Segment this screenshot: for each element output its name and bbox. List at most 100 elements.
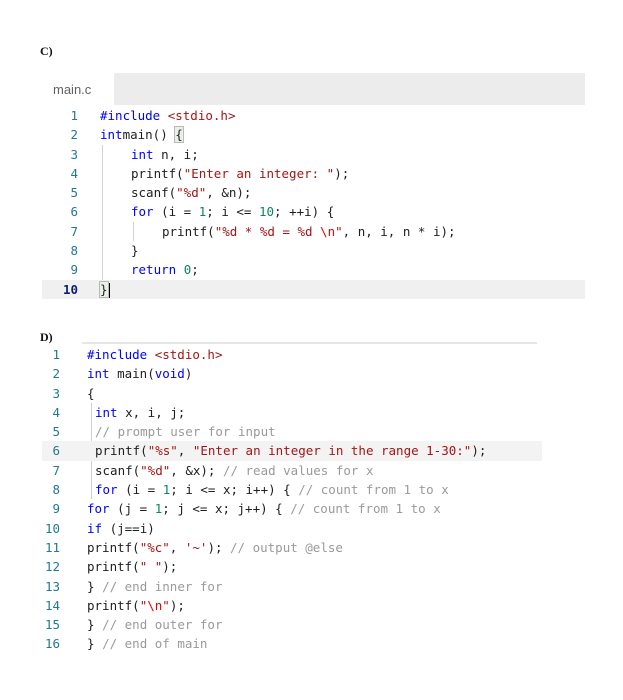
code-line[interactable]: 2 intmain() { [42,125,585,144]
code-line[interactable]: 4 printf("Enter an integer: "); [42,163,585,184]
code-token: ) [184,366,193,382]
line-source: for (j = 1; j <= x; j++) { // count from… [87,499,441,518]
code-token: \n [147,597,163,613]
code-line[interactable]: 7 printf("%d * %d = %d \n", n, i, n * i); [42,221,585,242]
line-number: 8 [70,243,78,259]
code-line[interactable]: 6 for (i = 1; i <= 10; ++i) { [42,202,585,222]
line-number: 5 [70,185,78,201]
line-number: 16 [44,636,60,652]
code-line[interactable]: 7 scanf("%d", &x); // read values for x [42,461,542,480]
text-cursor [107,282,110,298]
code-token: ; [191,262,199,278]
code-token: '~' [184,539,208,555]
code-token: printf( [87,559,140,575]
code-token: #include [87,347,155,362]
line-source: printf("%s", "Enter an integer in the ra… [87,441,486,460]
code-line[interactable]: 1 #include <stdio.h> [42,345,542,364]
code-token: } [87,636,103,652]
code-area-d[interactable]: 1 #include <stdio.h> 2 int main(void) 3{4 int… [42,345,542,654]
indent-guide [102,221,103,242]
code-token: } [87,617,103,633]
code-token: printf( [131,165,184,181]
code-token: ); [169,597,185,613]
code-line[interactable]: 14 printf("\n"); [42,596,542,615]
code-line[interactable]: 5 scanf("%d", &n); [42,183,585,203]
code-token: (j = [109,501,155,517]
code-token: printf( [87,539,140,555]
line-number: 3 [52,385,60,401]
indent-guide [102,144,103,164]
code-line[interactable]: 8} [42,241,585,261]
code-line[interactable]: 1 #include <stdio.h> [42,106,585,125]
code-token: void [154,366,185,382]
code-token: int [87,366,110,382]
line-number: 8 [52,482,60,498]
line-number: 7 [70,223,78,239]
code-line[interactable]: 5 // prompt user for input [42,422,542,441]
code-token: ); [334,165,350,181]
matched-brace: } [99,280,109,298]
line-number: 15 [44,617,60,633]
line-number: 5 [52,424,60,440]
line-source: scanf("%d", &x); // read values for x [87,461,373,480]
code-line[interactable]: 15 } // end outer for [42,615,542,634]
code-editor-c: main.c 1 #include <stdio.h> 2 intmain() {3 i… [42,73,585,301]
code-line[interactable]: 3{ [42,384,542,403]
code-token: { [87,385,95,401]
line-source: } // end inner for [87,577,222,596]
tab-main-c[interactable]: main.c [42,73,114,105]
code-token: main( [109,366,155,382]
line-number: 2 [52,366,60,382]
indent-guide [102,183,103,203]
code-token: int [100,127,123,143]
code-line[interactable]: 12 printf(" "); [42,557,542,576]
code-token: "%d" [176,185,207,201]
code-line[interactable]: 11 printf("%c", '~'); // output @else [42,538,542,557]
code-token: "%c" [139,539,170,555]
line-source: for (i = 1; i <= 10; ++i) { [100,202,335,222]
code-token: ; i <= x; i++) { [170,482,299,498]
line-number: 6 [52,443,60,459]
code-token: if [87,520,103,536]
section-c-label: C) [40,44,53,58]
code-token: ; ++i) { [274,204,335,220]
code-token: (i = [153,204,199,220]
code-line[interactable]: 8 for (i = 1; i <= x; i++) { // count fro… [42,480,542,499]
code-token: } [87,578,103,594]
code-area-c[interactable]: 1 #include <stdio.h> 2 intmain() {3 int n, i… [42,106,585,299]
code-line[interactable]: 9 for (j = 1; j <= x; j++) { // count fro… [42,499,542,518]
code-line[interactable]: 13} // end inner for [42,577,542,596]
code-line[interactable]: 10} [42,279,585,299]
indent-guide [102,163,103,184]
code-line[interactable]: 10 if (j==i) [42,519,542,538]
code-line[interactable]: 6 printf("%s", "Enter an integer in the r… [42,441,542,461]
line-source: #include <stdio.h> [100,106,235,125]
code-line[interactable]: 2 int main(void) [42,364,542,383]
line-number: 14 [44,597,60,613]
code-token: x, i, j; [117,404,186,420]
code-token: // end of main [102,636,208,652]
line-source: if (j==i) [87,519,155,538]
code-token: "%d * %d = %d [214,223,321,239]
code-token: printf( [87,597,140,613]
code-line[interactable]: 4 int x, i, j; [42,403,542,422]
code-line[interactable]: 16} // end of main [42,634,542,653]
line-number: 2 [70,127,78,143]
line-number: 7 [52,462,60,478]
line-source: printf("%c", '~'); // output @else [87,538,343,557]
code-line[interactable]: 9 return 0; [42,260,585,280]
editor-top-divider [82,342,537,344]
indent-guide [102,202,103,222]
code-token: // count from 1 to x [298,482,449,498]
code-line[interactable]: 3 int n, i; [42,144,585,164]
code-token: n, i; [153,146,199,162]
line-source: } // end outer for [87,615,222,634]
line-source: { [87,384,95,403]
line-number: 9 [70,262,78,278]
line-source: } // end of main [87,634,207,653]
code-token: , [169,539,185,555]
line-source: } [99,280,110,299]
line-source: scanf("%d", &n); [100,183,251,203]
line-number: 10 [62,281,78,297]
code-token: // prompt user for input [95,424,276,440]
